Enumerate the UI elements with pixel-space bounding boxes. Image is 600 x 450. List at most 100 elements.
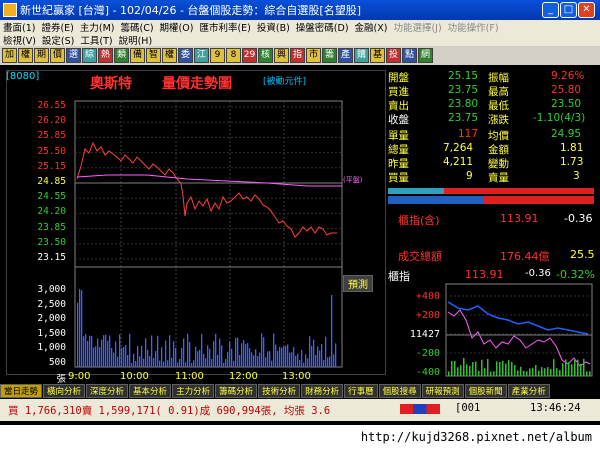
change-value: -1.10(4/3) — [533, 112, 586, 124]
time-tick-label: 10:00 — [120, 371, 149, 382]
toolbar-button-25[interactable]: 點 — [402, 48, 417, 63]
menu-item-1[interactable]: 證券(E) — [38, 20, 76, 34]
volume-bar — [221, 345, 223, 367]
tab-5[interactable]: 籌碼分析 — [215, 384, 258, 398]
tab-11[interactable]: 個股新聞 — [464, 384, 507, 398]
toolbar-button-26[interactable]: 網 — [418, 48, 433, 63]
tab-9[interactable]: 個股搜尋 — [378, 384, 421, 398]
toolbar-button-17[interactable]: 興 — [274, 48, 289, 63]
menu-item-0[interactable]: 畫面(1) — [0, 20, 38, 34]
mini-volume-bar — [508, 360, 510, 376]
price-tick-label: 24.55 — [37, 191, 66, 203]
menu-item-2[interactable]: 主力(M) — [77, 20, 118, 34]
yvol-label: 昨量 — [388, 158, 409, 170]
menu-item-8[interactable]: 金融(X) — [352, 20, 391, 34]
toolbar-button-12[interactable]: 江 — [194, 48, 209, 63]
volume-bar — [267, 351, 269, 367]
signal-bar — [400, 404, 440, 414]
time-tick-label: 12:00 — [229, 371, 258, 382]
mini-volume-bar — [448, 371, 450, 376]
title-bar: 新世紀贏家 [台灣] - 102/04/26 - 台盤個股走勢：綜合自選股[名望… — [0, 0, 600, 20]
close-button[interactable]: ✕ — [578, 2, 595, 18]
volume-bar — [291, 352, 293, 367]
toolbar-button-14[interactable]: 8 — [226, 48, 241, 63]
volume-bar — [249, 348, 251, 367]
tab-2[interactable]: 深度分析 — [86, 384, 129, 398]
menu2-item-2[interactable]: 工具(T) — [77, 33, 115, 47]
toolbar-button-20[interactable]: 籌 — [322, 48, 337, 63]
mini-volume-bar — [478, 370, 480, 376]
tab-8[interactable]: 行事曆 — [344, 384, 378, 398]
sector-link[interactable]: [被動元件] — [263, 74, 306, 87]
toolbar-button-21[interactable]: 產 — [338, 48, 353, 63]
mini-tick-label: 11427 — [410, 329, 440, 340]
time-tick-label: 9:00 — [68, 371, 91, 382]
toolbar-button-5[interactable]: 綜 — [82, 48, 97, 63]
menu2-item-0[interactable]: 檢視(V) — [0, 33, 39, 47]
toolbar-button-9[interactable]: 智 — [146, 48, 161, 63]
tab-3[interactable]: 基本分析 — [129, 384, 172, 398]
volume-bar — [125, 345, 127, 367]
toolbar-button-11[interactable]: 委 — [178, 48, 193, 63]
otc-index-change: -0.36 — [564, 212, 593, 225]
volume-bar — [109, 335, 111, 367]
toolbar-button-15[interactable]: 29 — [242, 48, 257, 63]
tab-10[interactable]: 研報預測 — [421, 384, 464, 398]
volume-bar — [141, 345, 143, 367]
volume-bar — [281, 347, 283, 367]
toolbar-button-4[interactable]: 選 — [66, 48, 81, 63]
preview-button[interactable]: 預測 — [343, 275, 373, 292]
menu-item-7[interactable]: 操盤密碼(D) — [293, 20, 352, 34]
tab-0[interactable]: 當日走勢 — [0, 384, 43, 398]
volume-bar — [331, 295, 333, 367]
toolbar-button-18[interactable]: 指 — [290, 48, 305, 63]
volume-bar — [177, 362, 179, 367]
volume-bar — [231, 348, 233, 367]
menu-item-9[interactable]: 功能選擇(J) — [390, 20, 444, 34]
tab-4[interactable]: 主力分析 — [172, 384, 215, 398]
menu-item-3[interactable]: 籌碼(C) — [118, 20, 157, 34]
mini-tick-label: -400 — [416, 367, 440, 378]
volume-bar — [289, 352, 291, 367]
stock-name: 奧斯特 — [90, 76, 132, 92]
volume-bar — [151, 335, 153, 367]
menu-item-4[interactable]: 期權(O) — [157, 20, 197, 34]
toolbar-button-2[interactable]: 期 — [34, 48, 49, 63]
tab-12[interactable]: 產業分析 — [507, 384, 550, 398]
toolbar-button-7[interactable]: 類 — [114, 48, 129, 63]
maximize-button[interactable]: □ — [560, 2, 577, 18]
toolbar-button-16[interactable]: 核 — [258, 48, 273, 63]
close-value: 23.75 — [448, 112, 479, 124]
turnover-change-value: 1.73 — [560, 156, 584, 168]
mini-volume-bar — [487, 359, 489, 376]
time-tick-label: 13:00 — [282, 371, 311, 382]
toolbar-button-0[interactable]: 加 — [2, 48, 17, 63]
minimize-button[interactable]: _ — [542, 2, 559, 18]
toolbar-button-23[interactable]: 基 — [370, 48, 385, 63]
toolbar-button-6[interactable]: 熱 — [98, 48, 113, 63]
toolbar-button-22[interactable]: 購 — [354, 48, 369, 63]
menu-bar: 畫面(1) 證券(E) 主力(M) 籌碼(C) 期權(O) 匯市利率(E) 投資(B) 操盤密… — [0, 20, 600, 34]
toolbar-button-8[interactable]: 備 — [130, 48, 145, 63]
tab-6[interactable]: 技術分析 — [258, 384, 301, 398]
toolbar-button-24[interactable]: 投 — [386, 48, 401, 63]
tab-7[interactable]: 財務分析 — [301, 384, 344, 398]
sell-qty-label: 賣量 — [488, 172, 509, 184]
mini-volume-bar — [511, 361, 513, 376]
toolbar-button-10[interactable]: 權 — [162, 48, 177, 63]
menu2-item-3[interactable]: 說明(H) — [116, 33, 156, 47]
toolbar-button-19[interactable]: 市 — [306, 48, 321, 63]
toolbar-button-3[interactable]: 價 — [50, 48, 65, 63]
mini-tick-label: -200 — [416, 348, 440, 359]
volume-bar — [79, 289, 81, 367]
tab-1[interactable]: 橫向分析 — [43, 384, 86, 398]
toolbar-button-1[interactable]: 權 — [18, 48, 33, 63]
menu-item-5[interactable]: 匯市利率(E) — [196, 20, 253, 34]
volume-bar — [159, 360, 161, 367]
toolbar-button-13[interactable]: 9 — [210, 48, 225, 63]
volume-bar — [165, 340, 167, 367]
menu-item-6[interactable]: 投資(B) — [254, 20, 293, 34]
menu-item-10[interactable]: 功能操作(F) — [445, 20, 502, 34]
menu2-item-1[interactable]: 設定(S) — [39, 33, 77, 47]
volume-bar — [153, 358, 155, 367]
